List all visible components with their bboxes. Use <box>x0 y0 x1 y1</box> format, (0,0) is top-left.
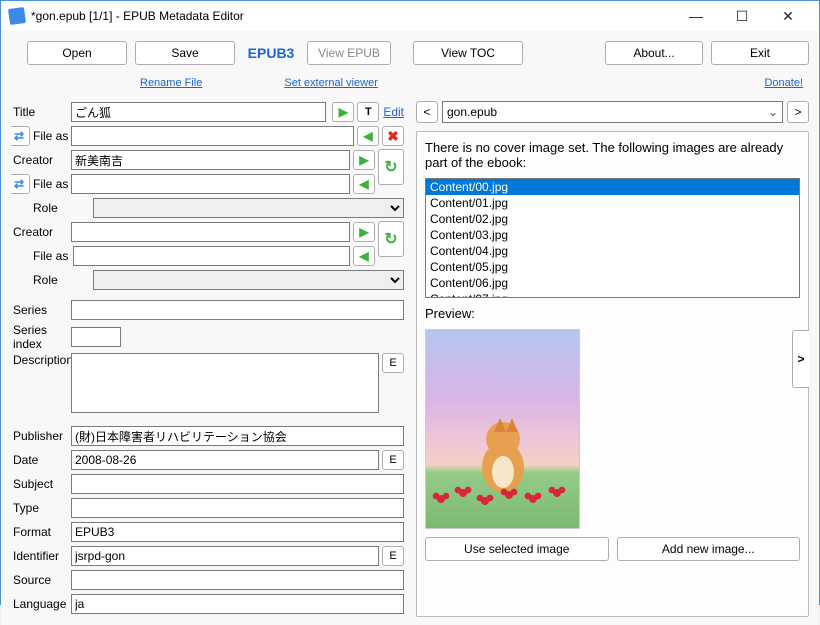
cover-message: There is no cover image set. The followi… <box>425 140 800 170</box>
creator2-role-select[interactable] <box>93 270 404 290</box>
title-edit-link[interactable]: Edit <box>383 105 404 119</box>
creator2-input[interactable] <box>71 222 350 242</box>
description-input[interactable] <box>71 353 379 413</box>
window-title: *gon.epub [1/1] - EPUB Metadata Editor <box>31 9 673 23</box>
preview-label: Preview: <box>425 306 800 321</box>
publisher-input[interactable] <box>71 426 404 446</box>
date-input[interactable] <box>71 450 379 470</box>
image-list[interactable]: Content/00.jpg Content/01.jpg Content/02… <box>425 178 800 298</box>
epub3-label: EPUB3 <box>243 45 299 61</box>
date-edit-button[interactable]: E <box>382 450 404 470</box>
creator1-cycle-button[interactable]: ↻ <box>378 149 404 185</box>
about-button[interactable]: About... <box>605 41 703 65</box>
language-label: Language <box>11 597 71 611</box>
chevron-down-icon: ⌄ <box>768 105 778 119</box>
donate-link[interactable]: Donate! <box>764 77 803 89</box>
series-index-label: Series index <box>11 323 71 351</box>
creator1-label: Creator <box>11 153 71 167</box>
creator1-next-icon[interactable]: ▶ <box>353 150 375 170</box>
description-label: Description <box>11 353 71 367</box>
source-label: Source <box>11 573 71 587</box>
creator2-role-label: Role <box>11 273 93 287</box>
side-expand-button[interactable]: > <box>792 330 809 388</box>
series-index-input[interactable] <box>71 327 121 347</box>
series-label: Series <box>11 303 71 317</box>
subject-input[interactable] <box>71 474 404 494</box>
list-item[interactable]: Content/03.jpg <box>426 227 799 243</box>
type-label: Type <box>11 501 71 515</box>
file-selector[interactable]: gon.epub ⌄ <box>442 101 783 123</box>
list-item[interactable]: Content/07.jpg <box>426 291 799 298</box>
close-button[interactable]: ✕ <box>765 1 811 31</box>
creator2-next-icon[interactable]: ▶ <box>353 222 375 242</box>
list-item[interactable]: Content/02.jpg <box>426 211 799 227</box>
creator1-prev-icon[interactable]: ◀ <box>353 174 375 194</box>
list-item[interactable]: Content/01.jpg <box>426 195 799 211</box>
set-external-viewer-link[interactable]: Set external viewer <box>284 77 378 89</box>
title-label: Title <box>11 105 71 119</box>
open-button[interactable]: Open <box>27 41 127 65</box>
prev-file-button[interactable]: < <box>416 101 438 123</box>
list-item[interactable]: Content/05.jpg <box>426 259 799 275</box>
creator2-fileas-input[interactable] <box>73 246 350 266</box>
creator1-fileas-input[interactable] <box>71 174 350 194</box>
minimize-button[interactable]: — <box>673 1 719 31</box>
subject-label: Subject <box>11 477 71 491</box>
save-button[interactable]: Save <box>135 41 235 65</box>
preview-image <box>425 329 580 529</box>
title-prev-icon[interactable]: ◀ <box>357 126 379 146</box>
creator2-label: Creator <box>11 225 71 239</box>
rename-file-link[interactable]: Rename File <box>140 77 202 89</box>
list-item[interactable]: Content/06.jpg <box>426 275 799 291</box>
title-fileas-label: File as <box>31 129 71 143</box>
view-epub-button[interactable]: View EPUB <box>307 41 391 65</box>
description-edit-button[interactable]: E <box>382 353 404 373</box>
creator1-input[interactable] <box>71 150 350 170</box>
view-toc-button[interactable]: View TOC <box>413 41 523 65</box>
app-icon <box>8 7 26 25</box>
exit-button[interactable]: Exit <box>711 41 809 65</box>
title-fileas-input[interactable] <box>71 126 354 146</box>
file-selector-value: gon.epub <box>447 105 497 119</box>
source-input[interactable] <box>71 570 404 590</box>
maximize-button[interactable]: ☐ <box>719 1 765 31</box>
language-input[interactable] <box>71 594 404 614</box>
date-label: Date <box>11 453 71 467</box>
creator2-cycle-button[interactable]: ↻ <box>378 221 404 257</box>
next-file-button[interactable]: > <box>787 101 809 123</box>
creator1-role-select[interactable] <box>93 198 404 218</box>
cover-panel: There is no cover image set. The followi… <box>416 131 809 617</box>
list-item[interactable]: Content/00.jpg <box>426 179 799 195</box>
title-input[interactable] <box>71 102 326 122</box>
swap-title-fileas-icon[interactable]: ⇄ <box>11 126 30 146</box>
title-delete-button[interactable]: ✖ <box>382 126 404 146</box>
format-input[interactable] <box>71 522 404 542</box>
publisher-label: Publisher <box>11 429 71 443</box>
series-input[interactable] <box>71 300 404 320</box>
swap-creator1-fileas-icon[interactable]: ⇄ <box>11 174 30 194</box>
toolbar: Open Save EPUB3 View EPUB View TOC About… <box>11 39 809 69</box>
identifier-label: Identifier <box>11 549 71 563</box>
titlebar: *gon.epub [1/1] - EPUB Metadata Editor —… <box>1 1 819 31</box>
list-item[interactable]: Content/04.jpg <box>426 243 799 259</box>
creator1-role-label: Role <box>11 201 93 215</box>
use-selected-image-button[interactable]: Use selected image <box>425 537 609 561</box>
title-T-button[interactable]: T <box>357 102 379 122</box>
identifier-input[interactable] <box>71 546 379 566</box>
creator1-fileas-label: File as <box>31 177 71 191</box>
title-next-icon[interactable]: ▶ <box>332 102 354 122</box>
add-new-image-button[interactable]: Add new image... <box>617 537 801 561</box>
identifier-edit-button[interactable]: E <box>382 546 404 566</box>
format-label: Format <box>11 525 71 539</box>
type-input[interactable] <box>71 498 404 518</box>
creator2-prev-icon[interactable]: ◀ <box>353 246 375 266</box>
